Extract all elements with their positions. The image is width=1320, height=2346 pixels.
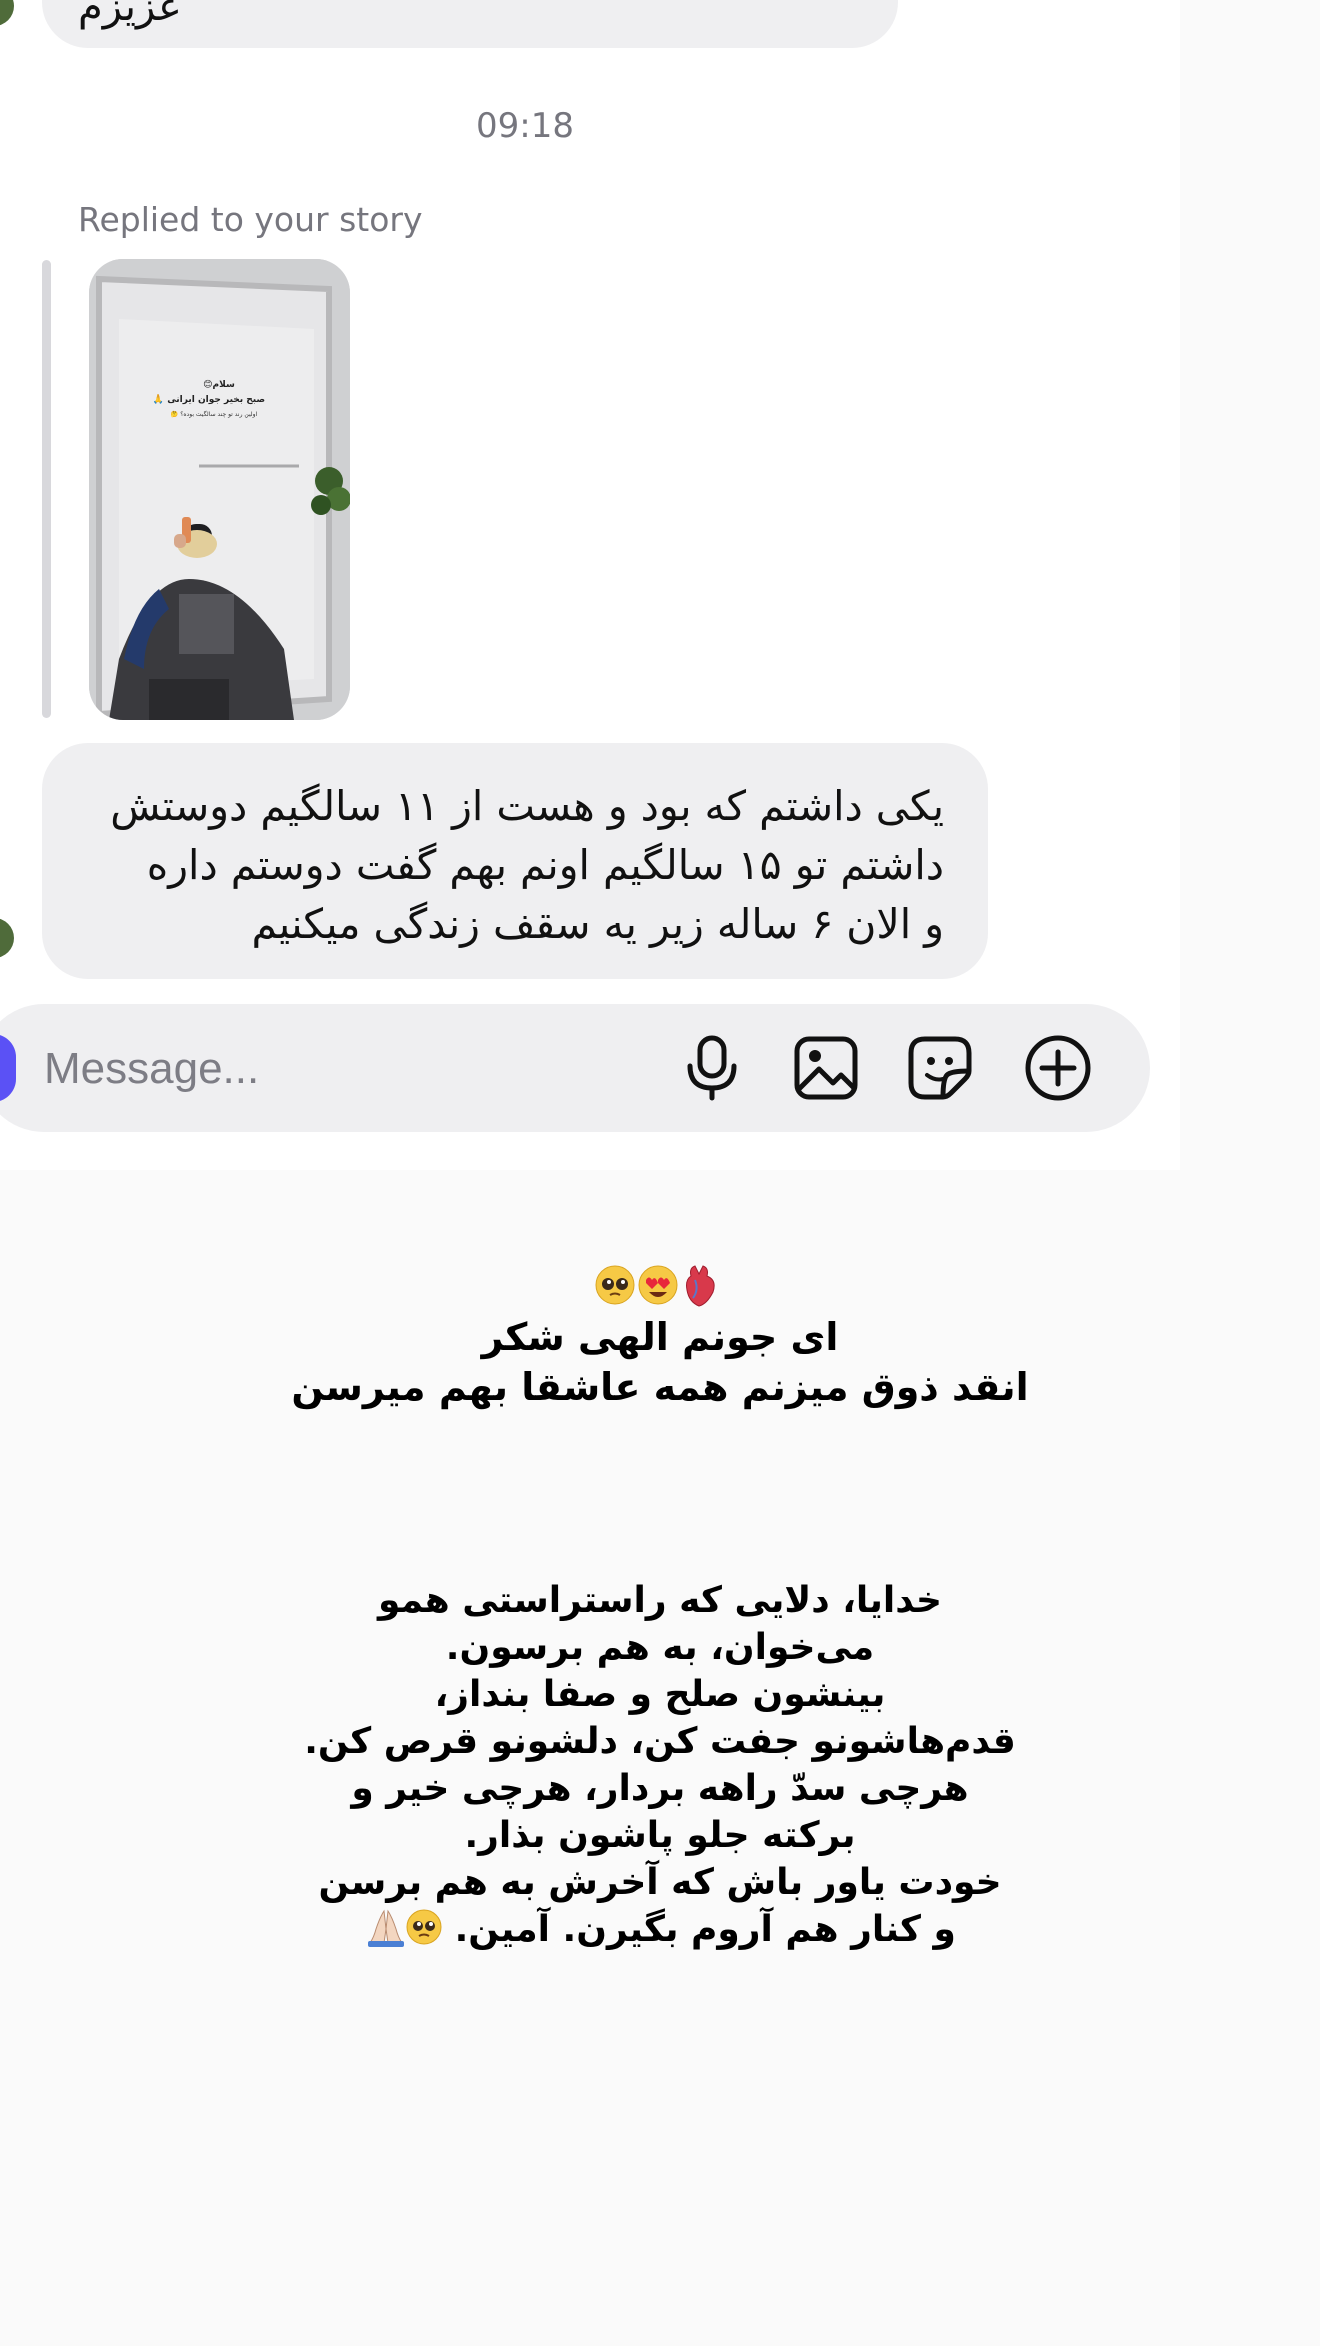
caption-intro: ای جونم الهی شکر انقد ذوق میزنم همه عاشق… <box>0 1312 1320 1412</box>
dm-thread: عزیزم 09:18 Replied to your story سلام😊 … <box>0 0 1180 1170</box>
message-line: داشتم تو ۱۵ سالگیم اونم بهم گفت دوستم دا… <box>146 841 944 889</box>
story-thumbnail[interactable]: سلام😊 صبح بخیر جوان ایرانی 🙏 اولین رند ت… <box>89 259 350 720</box>
story-image: سلام😊 صبح بخیر جوان ایرانی 🙏 اولین رند ت… <box>89 259 350 720</box>
sender-avatar[interactable] <box>0 0 14 26</box>
sender-avatar[interactable] <box>0 918 14 958</box>
caption-line: خدایا، دلایی که راستراستی همو <box>378 1580 942 1621</box>
message-input[interactable] <box>42 1036 606 1102</box>
story-reply-label: Replied to your story <box>78 200 423 239</box>
caption-line: برکته جلو پاشون بذار. <box>464 1815 856 1856</box>
message-bubble-previous[interactable]: عزیزم <box>42 0 898 48</box>
caption-line: قدم‌هاشونو جفت کن، دلشونو قرص کن. <box>304 1721 1016 1762</box>
caption-line: ای جونم الهی شکر <box>481 1315 839 1359</box>
story-overlay-line1: سلام😊 <box>203 379 235 390</box>
message-bubble[interactable]: یکی داشتم که بود و هست از ۱۱ سالگیم دوست… <box>42 743 988 979</box>
sticker-icon <box>908 1036 972 1100</box>
image-icon <box>794 1036 858 1100</box>
caption-line: هرچی سدّ راهه بردار، هرچی خیر و <box>351 1768 969 1809</box>
message-timestamp: 09:18 <box>476 106 574 146</box>
more-button[interactable] <box>1022 1032 1094 1104</box>
caption-line-last: و کنار هم آروم بگیرن. آمین. <box>0 1906 1320 1953</box>
sticker-button[interactable] <box>904 1032 976 1104</box>
microphone-button[interactable] <box>676 1032 748 1104</box>
message-line: و الان ۶ ساله زیر یه سقف زندگی میکنیم <box>251 900 945 948</box>
microphone-icon <box>687 1035 737 1101</box>
pleading-face-emoji <box>595 1265 635 1305</box>
plus-circle-icon <box>1025 1035 1091 1101</box>
pleading-face-emoji <box>406 1909 442 1945</box>
message-text: عزیزم <box>78 0 182 30</box>
story-overlay-line2: صبح بخیر جوان ایرانی 🙏 <box>153 394 265 405</box>
caption-emoji-row <box>0 1262 1320 1312</box>
heart-eyes-emoji <box>638 1265 678 1305</box>
anatomical-heart-emoji <box>686 1265 715 1307</box>
folded-hands-emoji <box>368 1909 405 1947</box>
message-text: یکی داشتم که بود و هست از ۱۱ سالگیم دوست… <box>78 777 944 954</box>
caption-line: می‌خوان، به هم برسون. <box>445 1627 875 1668</box>
caption-prayer: خدایا، دلایی که راستراستی همو می‌خوان، ب… <box>0 1577 1320 1953</box>
story-overlay-line3: اولین رند تو چند سالگیت بوده؟ 🤔 <box>171 410 258 418</box>
caption-line: خودت یاور باش که آخرش به هم برسن <box>318 1862 1002 1903</box>
gallery-button[interactable] <box>790 1032 862 1104</box>
message-line: یکی داشتم که بود و هست از ۱۱ سالگیم دوست… <box>110 782 944 830</box>
caption-line: انقد ذوق میزنم همه عاشقا بهم میرسن <box>291 1365 1029 1409</box>
reply-indicator-bar <box>42 260 51 718</box>
caption-line: و کنار هم آروم بگیرن. آمین. <box>454 1909 956 1950</box>
caption-line: بینشون صلح و صفا بنداز، <box>434 1674 886 1715</box>
